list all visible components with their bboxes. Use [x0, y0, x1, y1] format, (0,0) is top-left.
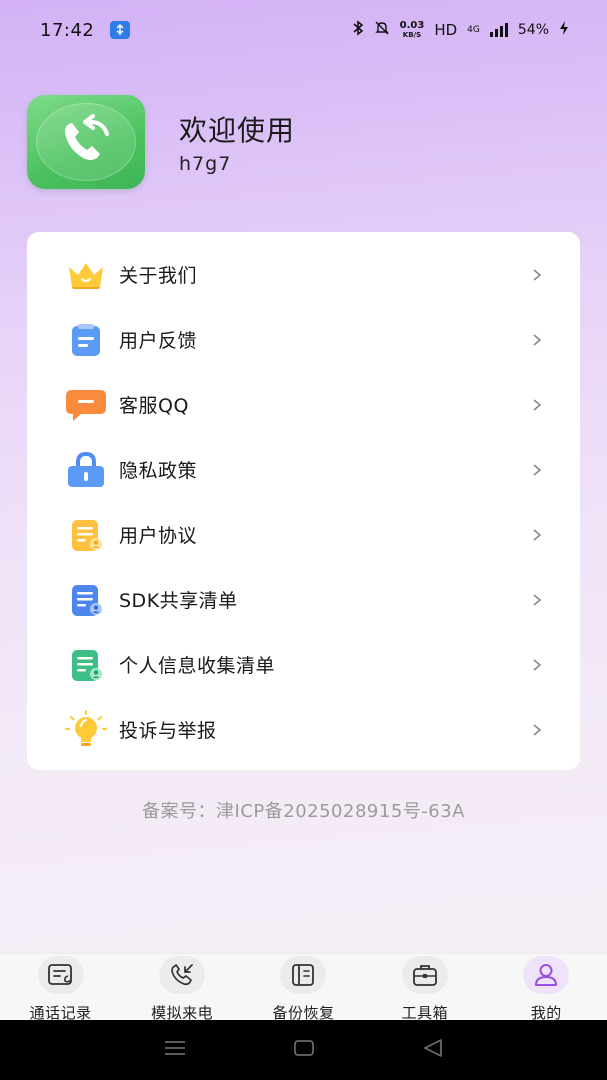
sdk-list-icon	[65, 579, 107, 621]
home-square-icon[interactable]	[293, 1038, 315, 1062]
menu-item-sdk-list[interactable]: SDK共享清单	[27, 567, 580, 632]
tab-simulated-call[interactable]: 模拟来电	[122, 954, 243, 1023]
menu-label: 投诉与举报	[119, 720, 217, 742]
system-navigation-bar	[0, 1020, 607, 1080]
net-speed-value: 0.03	[399, 19, 425, 31]
chevron-right-icon	[533, 658, 542, 671]
bluetooth-icon	[352, 20, 364, 40]
agreement-doc-icon	[65, 514, 107, 556]
chevron-right-icon	[533, 593, 542, 606]
menu-label: 用户协议	[119, 525, 198, 547]
menu-item-feedback[interactable]: 用户反馈	[27, 307, 580, 372]
menu-item-complaint-report[interactable]: 投诉与举报	[27, 697, 580, 762]
chevron-right-icon	[533, 723, 542, 736]
chevron-right-icon	[533, 333, 542, 346]
charging-icon	[559, 20, 569, 40]
menu-label: 关于我们	[119, 265, 198, 287]
tab-backup-restore[interactable]: 备份恢复	[243, 954, 364, 1023]
chevron-right-icon	[533, 463, 542, 476]
tab-toolbox[interactable]: 工具箱	[364, 954, 485, 1023]
menu-item-user-agreement[interactable]: 用户协议	[27, 502, 580, 567]
menu-item-customer-service-qq[interactable]: 客服QQ	[27, 372, 580, 437]
call-log-icon	[37, 956, 84, 994]
profile-icon	[523, 956, 570, 994]
tab-call-log[interactable]: 通话记录	[0, 954, 121, 1023]
menu-item-personal-info-list[interactable]: 个人信息收集清单	[27, 632, 580, 697]
tab-mine[interactable]: 我的	[486, 954, 607, 1023]
profile-header: 欢迎使用 h7g7	[27, 95, 295, 189]
net-speed: 0.03 KB/S	[399, 19, 425, 40]
net-speed-unit: KB/S	[402, 30, 422, 39]
welcome-title: 欢迎使用	[179, 114, 296, 147]
menu-label: 个人信息收集清单	[119, 655, 276, 677]
icp-record-text: 备案号：津ICP备2025028915号-63A	[142, 801, 465, 822]
menu-item-privacy-policy[interactable]: 隐私政策	[27, 437, 580, 502]
usb-notification-icon	[110, 21, 131, 39]
user-name: h7g7	[179, 153, 232, 175]
backup-icon	[280, 956, 327, 994]
signal-strength-icon	[489, 23, 508, 37]
status-time: 17:42	[40, 19, 95, 41]
menu-label: 隐私政策	[119, 460, 198, 482]
chat-bubble-icon	[65, 384, 107, 426]
feedback-note-icon	[65, 319, 107, 361]
menu-lines-icon[interactable]	[163, 1039, 187, 1061]
status-bar: 17:42 0.03 KB/S HD 4G 54%	[0, 0, 607, 60]
chevron-right-icon	[533, 268, 542, 281]
incoming-call-icon	[159, 956, 206, 994]
crown-icon	[65, 254, 107, 296]
battery-level: 54%	[517, 22, 549, 38]
personal-info-list-icon	[65, 644, 107, 686]
chevron-right-icon	[533, 398, 542, 411]
bottom-tab-bar: 通话记录 模拟来电 备份恢复 工具箱 我的	[0, 953, 607, 1023]
toolbox-icon	[401, 956, 448, 994]
network-type: 4G	[467, 25, 480, 35]
menu-card: 关于我们 用户反馈 客服QQ 隐私政策 用户协议 SDK共享清单 个人信息收集清…	[27, 232, 580, 770]
mute-bell-icon	[374, 20, 390, 40]
app-logo	[27, 95, 145, 189]
lock-icon	[65, 449, 107, 491]
chevron-right-icon	[533, 528, 542, 541]
menu-label: 用户反馈	[119, 330, 198, 352]
hd-indicator: HD	[434, 21, 458, 39]
menu-item-about-us[interactable]: 关于我们	[27, 242, 580, 307]
menu-label: 客服QQ	[119, 395, 189, 417]
menu-label: SDK共享清单	[119, 590, 238, 612]
lightbulb-icon	[65, 709, 107, 751]
back-triangle-icon[interactable]	[422, 1038, 444, 1062]
phone-callback-icon	[51, 110, 121, 174]
